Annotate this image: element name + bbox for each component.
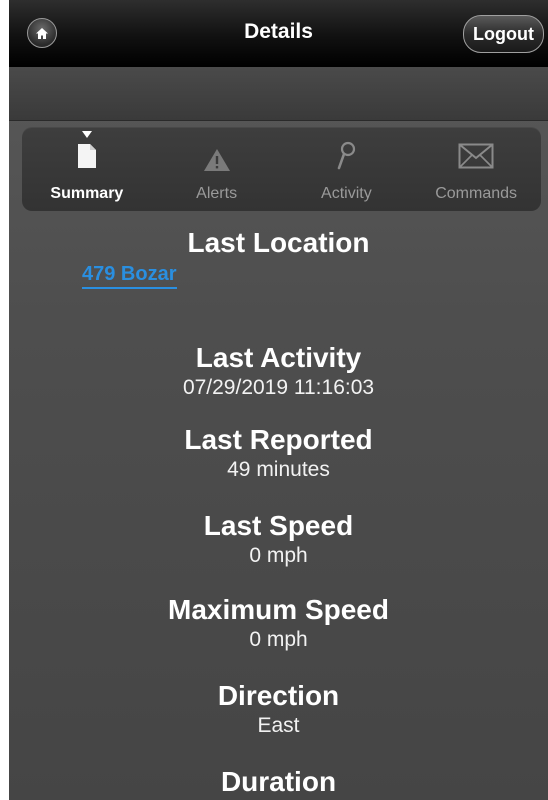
direction-section: Direction East	[9, 679, 548, 765]
last-speed-heading: Last Speed	[203, 510, 354, 541]
tab-commands[interactable]: Commands	[411, 127, 541, 211]
last-reported-value: 49 minutes	[227, 458, 330, 481]
logout-button[interactable]: Logout	[463, 15, 544, 53]
maximum-speed-section: Maximum Speed 0 mph	[9, 593, 548, 679]
tab-summary-label: Summary	[50, 185, 124, 202]
envelope-icon	[458, 143, 494, 169]
duration-heading: Duration	[220, 766, 337, 797]
maximum-speed-heading: Maximum Speed	[168, 594, 389, 625]
last-reported-section: Last Reported 49 minutes	[9, 423, 548, 509]
tab-commands-label: Commands	[435, 185, 518, 202]
last-location-section: Last Location 479 Bozar	[9, 226, 548, 312]
document-icon	[77, 144, 96, 168]
top-navigation-bar: Details Logout	[9, 0, 548, 67]
last-speed-section: Last Speed 0 mph	[9, 509, 548, 593]
last-speed-value: 0 mph	[249, 544, 308, 567]
last-activity-heading: Last Activity	[195, 342, 362, 373]
tab-summary[interactable]: Summary	[22, 127, 152, 211]
summary-content: Last Location 479 Bozar Last Activity 07…	[9, 226, 548, 799]
location-link-row: 479 Bozar	[9, 260, 548, 289]
maximum-speed-value: 0 mph	[249, 628, 308, 651]
warning-icon	[203, 149, 230, 171]
last-activity-section: Last Activity 07/29/2019 11:16:03	[9, 341, 548, 423]
tab-activity[interactable]: Activity	[282, 127, 412, 211]
tab-activity-label: Activity	[321, 185, 372, 202]
direction-heading: Direction	[217, 680, 340, 711]
secondary-toolbar	[9, 67, 548, 121]
tab-bar: Summary Alerts Activity Commands	[22, 127, 541, 211]
direction-value: East	[257, 714, 300, 737]
tab-alerts[interactable]: Alerts	[152, 127, 282, 211]
app-screen: Details Logout Summary Alerts Activity C…	[9, 0, 548, 800]
tab-alerts-label: Alerts	[196, 185, 238, 202]
duration-section: Duration	[9, 765, 548, 799]
last-location-heading: Last Location	[187, 227, 370, 258]
last-activity-value: 07/29/2019 11:16:03	[182, 376, 375, 399]
last-reported-heading: Last Reported	[184, 424, 373, 455]
last-location-link[interactable]: 479 Bozar	[82, 262, 177, 289]
active-tab-indicator	[81, 131, 92, 138]
magnifier-icon	[338, 141, 356, 170]
